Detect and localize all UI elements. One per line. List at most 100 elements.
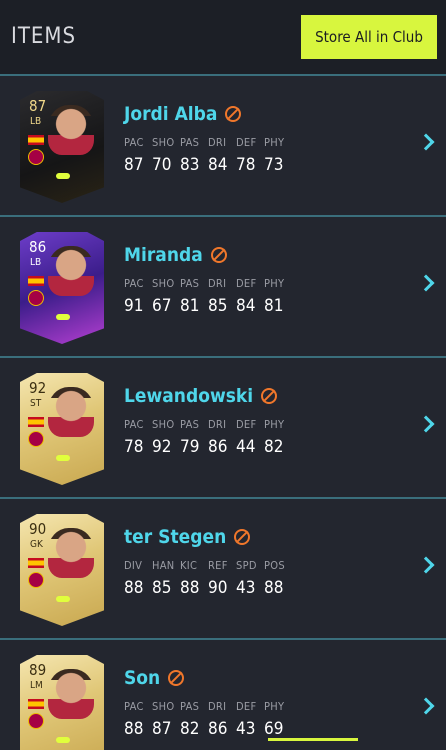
stat-block: PAC 78 (124, 418, 152, 457)
stat-value: 43 (236, 719, 256, 739)
player-card-image[interactable]: 87 LB (20, 91, 104, 203)
card-rating: 87 (29, 97, 47, 115)
stat-label: PHY (264, 136, 285, 149)
stat-value: 78 (124, 437, 144, 457)
stat-block: KIC 88 (180, 559, 208, 598)
stat-block: PHY 69 (264, 700, 292, 739)
stat-label: DRI (208, 136, 227, 149)
stat-block: PHY 81 (264, 277, 292, 316)
club-badge-icon (28, 149, 44, 165)
card-position: ST (30, 398, 42, 409)
club-badge-icon (28, 290, 44, 306)
player-stats: DIV 88 HAN 85 KIC 88 REF 90 SPD 43 POS 8… (124, 559, 292, 598)
stat-block: SHO 87 (152, 700, 180, 739)
player-stats: PAC 88 SHO 87 PAS 82 DRI 86 DEF 43 PHY 6… (124, 700, 292, 739)
boot-icon (56, 173, 70, 179)
chevron-right-icon[interactable] (417, 274, 435, 292)
player-name: Lewandowski (124, 385, 254, 407)
player-stats: PAC 91 SHO 67 PAS 81 DRI 85 DEF 84 PHY 8… (124, 277, 292, 316)
untradeable-icon (210, 247, 227, 263)
stat-label: DEF (236, 136, 257, 149)
stat-value: 81 (264, 296, 284, 316)
store-all-in-club-button[interactable]: Store All in Club (301, 15, 437, 59)
stat-label: DRI (208, 418, 227, 431)
header-bar: ITEMS Store All in Club (0, 0, 446, 76)
card-rating: 90 (29, 520, 47, 538)
nation-flag-icon (28, 276, 44, 286)
stat-value: 78 (236, 155, 256, 175)
player-card-image[interactable]: 86 LB (20, 232, 104, 344)
untradeable-icon (234, 529, 251, 545)
stat-label: PAS (180, 277, 200, 290)
player-portrait (48, 528, 94, 578)
club-badge-icon (28, 713, 44, 729)
player-portrait (48, 105, 94, 155)
player-name: Son (124, 667, 161, 689)
stat-block: PAC 91 (124, 277, 152, 316)
stat-block: DIV 88 (124, 559, 152, 598)
stat-label: PAS (180, 700, 200, 713)
items-screen: ITEMS Store All in Club 87 LB Jordi Alba… (0, 0, 446, 750)
stat-label: DEF (236, 418, 257, 431)
chevron-right-icon[interactable] (417, 415, 435, 433)
card-position: LB (30, 116, 42, 127)
scroll-indicator[interactable] (268, 738, 358, 741)
stat-block: DEF 78 (236, 136, 264, 175)
player-list-item[interactable]: 87 LB Jordi Alba PAC 87 SHO 70 PAS 83 DR… (0, 76, 446, 217)
stat-value: 84 (208, 155, 228, 175)
player-card-image[interactable]: 92 ST (20, 373, 104, 485)
stat-value: 86 (208, 437, 228, 457)
chevron-right-icon[interactable] (417, 697, 435, 715)
stat-block: SHO 92 (152, 418, 180, 457)
stat-value: 84 (236, 296, 256, 316)
stat-label: SHO (152, 700, 175, 713)
player-list-item[interactable]: 92 ST Lewandowski PAC 78 SHO 92 PAS 79 D… (0, 358, 446, 499)
stat-label: PAC (124, 700, 144, 713)
player-stats: PAC 78 SHO 92 PAS 79 DRI 86 DEF 44 PHY 8… (124, 418, 292, 457)
player-name-row: ter Stegen (124, 524, 251, 550)
stat-label: REF (208, 559, 228, 572)
card-position: LM (30, 680, 43, 691)
stat-block: PAS 83 (180, 136, 208, 175)
stat-block: PAS 81 (180, 277, 208, 316)
stat-label: SHO (152, 418, 175, 431)
stat-label: PHY (264, 418, 285, 431)
nation-flag-icon (28, 135, 44, 145)
stat-value: 85 (208, 296, 228, 316)
chevron-right-icon[interactable] (417, 556, 435, 574)
nation-flag-icon (28, 558, 44, 568)
card-rating: 92 (29, 379, 47, 397)
player-name-row: Son (124, 665, 185, 691)
club-badge-icon (28, 572, 44, 588)
stat-value: 87 (124, 155, 144, 175)
player-card-image[interactable]: 89 LM (20, 655, 104, 750)
stat-value: 88 (124, 719, 144, 739)
stat-value: 70 (152, 155, 172, 175)
player-card-image[interactable]: 90 GK (20, 514, 104, 626)
card-position: GK (30, 539, 43, 550)
player-list-item[interactable]: 86 LB Miranda PAC 91 SHO 67 PAS 81 DRI 8… (0, 217, 446, 358)
stat-value: 44 (236, 437, 256, 457)
player-portrait (48, 669, 94, 719)
stat-block: DRI 86 (208, 418, 236, 457)
stat-value: 43 (236, 578, 256, 598)
stat-label: HAN (152, 559, 175, 572)
stat-label: SHO (152, 277, 175, 290)
stat-label: DEF (236, 277, 257, 290)
player-stats: PAC 87 SHO 70 PAS 83 DRI 84 DEF 78 PHY 7… (124, 136, 292, 175)
player-list-item[interactable]: 89 LM Son PAC 88 SHO 87 PAS 82 DRI 86 DE… (0, 640, 446, 750)
untradeable-icon (225, 106, 242, 122)
untradeable-icon (261, 388, 278, 404)
stat-value: 88 (264, 578, 284, 598)
page-title: ITEMS (11, 24, 77, 49)
stat-block: PAS 82 (180, 700, 208, 739)
stat-block: HAN 85 (152, 559, 180, 598)
stat-block: PHY 82 (264, 418, 292, 457)
stat-block: POS 88 (264, 559, 292, 598)
stat-label: PHY (264, 700, 285, 713)
player-list-item[interactable]: 90 GK ter Stegen DIV 88 HAN 85 KIC 88 RE… (0, 499, 446, 640)
chevron-right-icon[interactable] (417, 133, 435, 151)
stat-block: SHO 70 (152, 136, 180, 175)
stat-value: 92 (152, 437, 172, 457)
card-position: LB (30, 257, 42, 268)
